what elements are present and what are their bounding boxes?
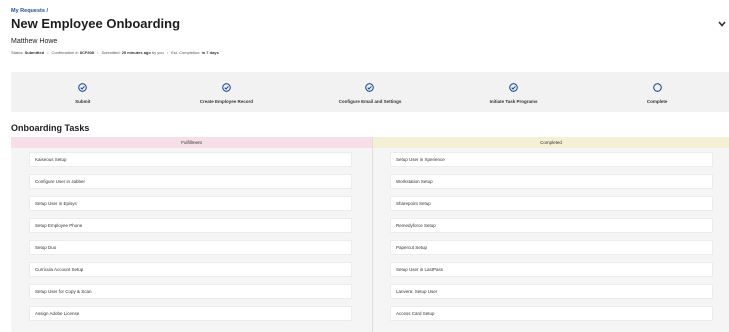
fulfillment-header: Fulfillment [11, 137, 372, 148]
task-card[interactable]: Access Card Setup [390, 306, 713, 321]
fulfillment-lane: Fulfillment Kaiseous Setup Configure Use… [11, 137, 372, 332]
step-label: Create Employee Record [199, 99, 254, 104]
completed-list: Setup User in Xperience Workstation Setu… [373, 148, 729, 332]
task-card[interactable]: Papercut Setup [390, 240, 713, 255]
step-label: Complete [646, 99, 668, 104]
breadcrumb[interactable]: My Requests / [11, 8, 48, 14]
confirmation-value: 8CF808 [79, 50, 95, 55]
confirmation-label: Confirmation #: [51, 50, 79, 55]
check-circle-icon [509, 83, 518, 92]
task-card[interactable]: Sharepoint Setup [390, 196, 713, 211]
status-label: Status: [11, 50, 24, 55]
step-label: Submit [75, 99, 91, 104]
task-card[interactable]: Setup Employee Phone [29, 218, 352, 233]
empty-circle-icon [652, 83, 662, 92]
step-label: Initiate Task Programs [489, 99, 538, 104]
request-meta: Status: Submitted • Confirmation #: 8CF808… [11, 50, 219, 55]
step-submit[interactable]: Submit [11, 72, 155, 112]
check-circle-icon [365, 83, 375, 92]
task-card[interactable]: Setup Duo [29, 240, 352, 255]
progress-steps: Submit Create Employee Record Configure … [11, 72, 729, 112]
completed-lane: Completed Setup User in Xperience Workst… [372, 137, 729, 332]
task-card[interactable]: Kaiseous Setup [29, 152, 352, 167]
requester-name: Matthew Howe [11, 38, 58, 45]
completion-value: in 7 days [201, 50, 219, 55]
step-configure-email[interactable]: Configure Email and Settings [298, 72, 442, 112]
fulfillment-list: Kaiseous Setup Configure User in Jabber … [11, 148, 372, 332]
step-initiate-task-programs[interactable]: Initiate Task Programs [442, 72, 586, 112]
meta-separator: • [47, 50, 49, 55]
task-card[interactable]: Setup User in LastPass [390, 262, 713, 277]
step-create-employee-record[interactable]: Create Employee Record [155, 72, 299, 112]
check-circle-icon [222, 83, 231, 92]
step-label: Configure Email and Settings [338, 99, 402, 104]
task-card[interactable]: Lanvera: Setup User [390, 284, 713, 299]
completed-header: Completed [373, 137, 729, 148]
check-circle-icon [78, 83, 88, 92]
submitted-by: by you [151, 50, 164, 55]
page-title: New Employee Onboarding [11, 16, 181, 31]
submitted-value: 25 minutes ago [121, 50, 151, 55]
collapse-button[interactable] [716, 18, 728, 30]
task-card[interactable]: Workstation Setup [390, 174, 713, 189]
meta-separator: • [166, 50, 169, 55]
task-card[interactable]: Configure User in Jabber [29, 174, 352, 189]
step-complete[interactable]: Complete [585, 72, 729, 112]
task-card[interactable]: Assign Adobe License [29, 306, 352, 321]
meta-separator: • [97, 50, 99, 55]
task-card[interactable]: Curricula Account Setup [29, 262, 352, 277]
submitted-label: Submitted: [101, 50, 121, 55]
onboarding-tasks-title: Onboarding Tasks [11, 123, 90, 133]
completion-label: Est. Completion: [171, 50, 201, 55]
task-card[interactable]: Remedyforce Setup [390, 218, 713, 233]
chevron-down-icon [718, 21, 726, 27]
task-card[interactable]: Setup User in Xperience [390, 152, 713, 167]
status-value: Submitted [24, 50, 45, 55]
task-card[interactable]: Setup User in Episys [29, 196, 352, 211]
task-card[interactable]: Setup User for Copy & Scan [29, 284, 352, 299]
